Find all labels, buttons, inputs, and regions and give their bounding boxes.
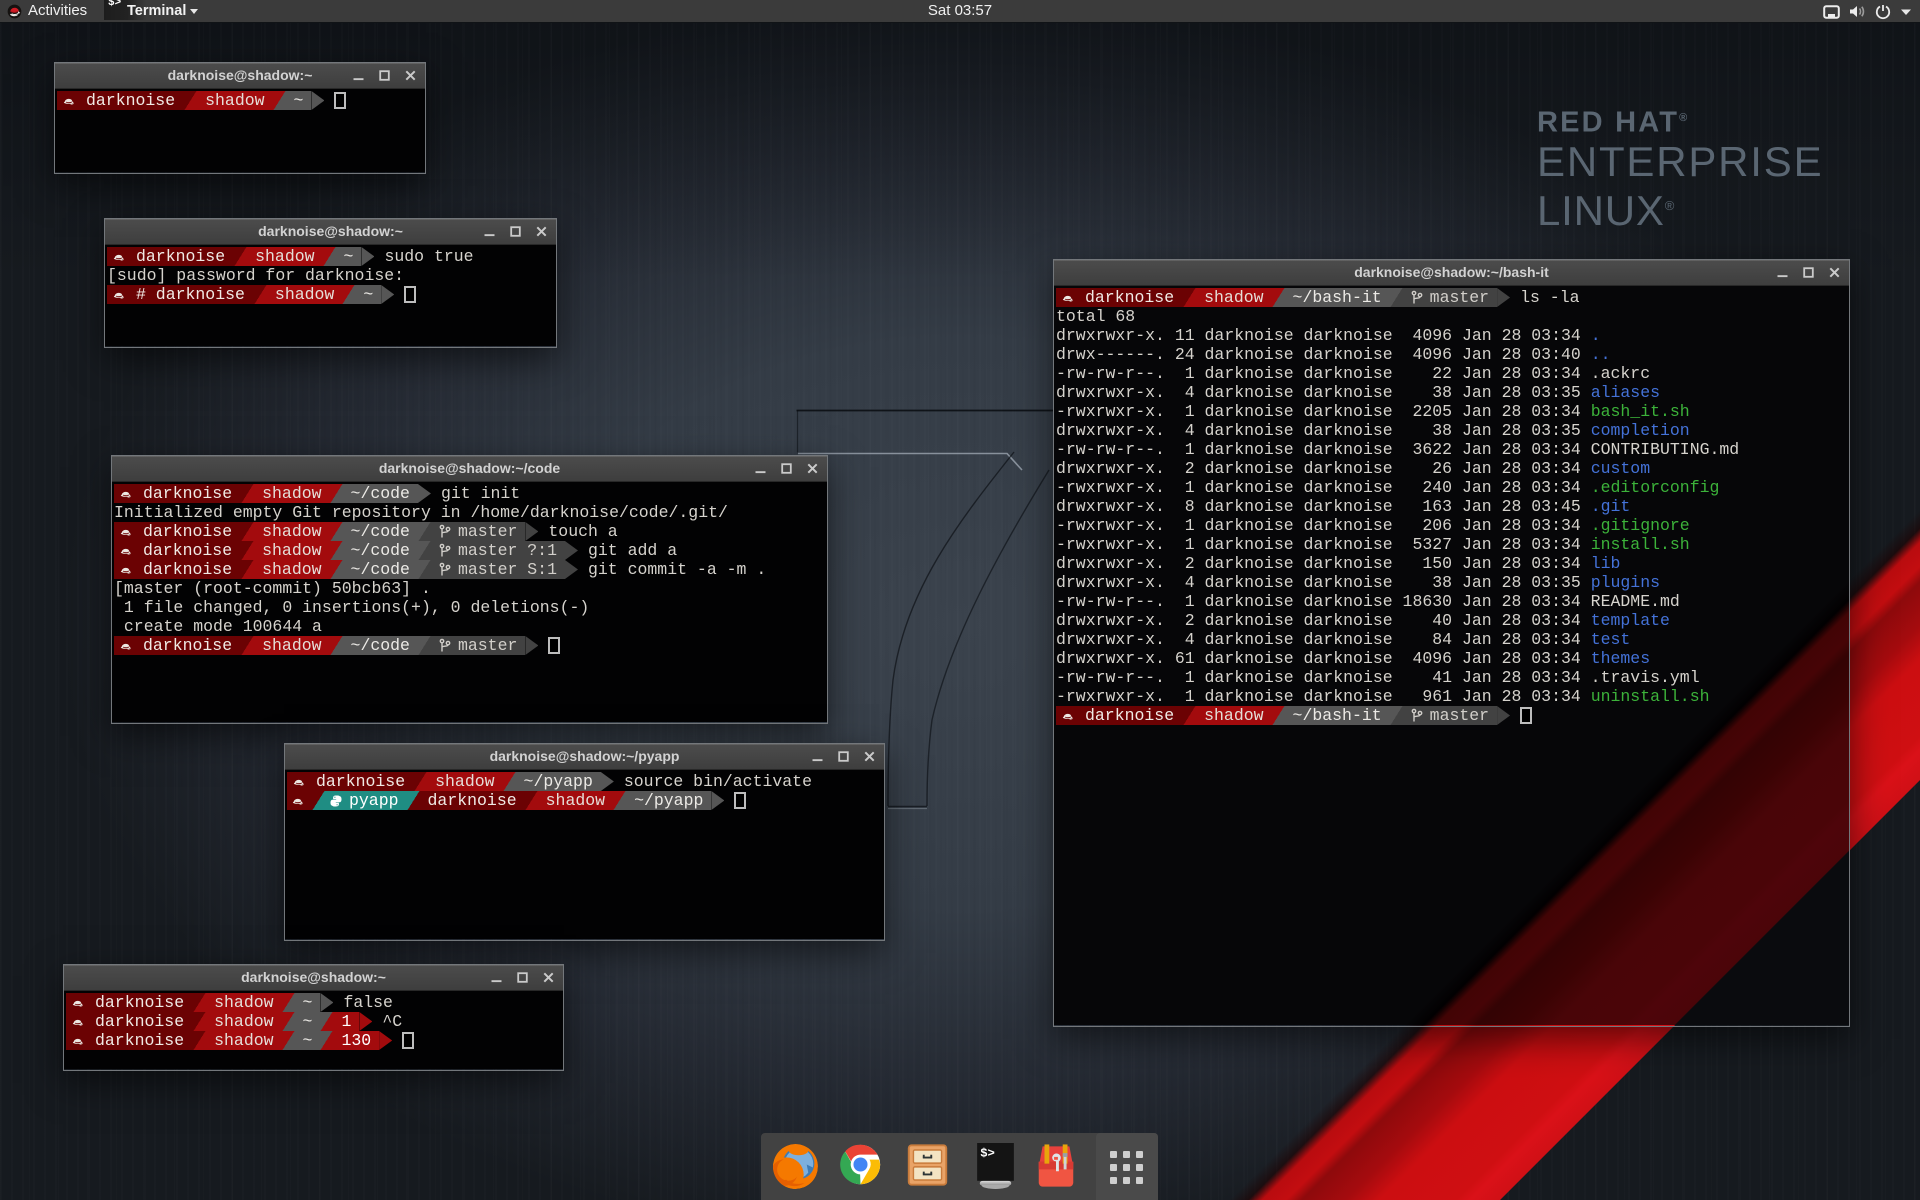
svg-text:$>: $> [980, 1146, 995, 1160]
